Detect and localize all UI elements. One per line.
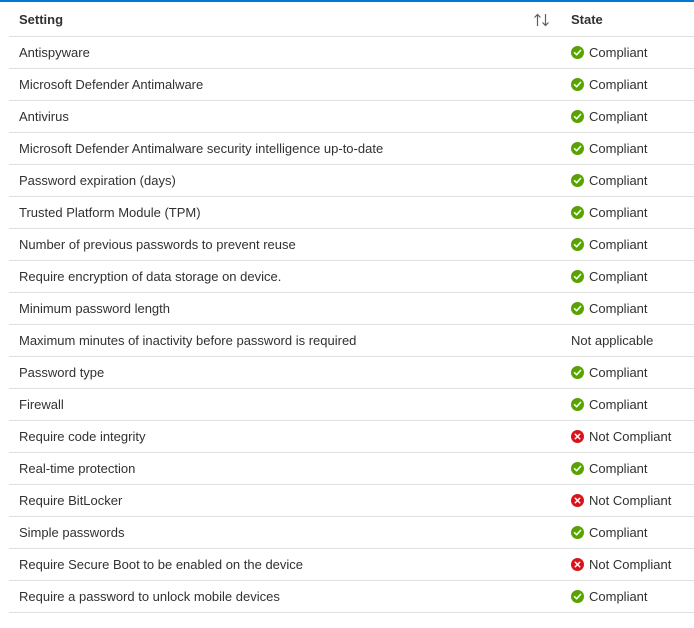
- table-row[interactable]: Require Secure Boot to be enabled on the…: [9, 549, 694, 581]
- setting-cell: Maximum minutes of inactivity before pas…: [19, 333, 357, 348]
- check-circle-icon: [571, 174, 584, 187]
- status-label: Compliant: [589, 589, 648, 604]
- table-row[interactable]: Microsoft Defender Antimalware security …: [9, 133, 694, 165]
- state-cell: Not applicable: [561, 333, 694, 348]
- check-circle-icon: [571, 270, 584, 283]
- state-cell: Compliant: [561, 141, 694, 156]
- state-cell: Compliant: [561, 525, 694, 540]
- error-circle-icon: [571, 430, 584, 443]
- setting-cell: Real-time protection: [19, 461, 136, 476]
- sort-icon[interactable]: [533, 13, 551, 27]
- table-row[interactable]: Require a password to unlock mobile devi…: [9, 581, 694, 613]
- setting-cell: Microsoft Defender Antimalware security …: [19, 141, 384, 156]
- state-cell: Compliant: [561, 237, 694, 252]
- setting-cell: Require a password to unlock mobile devi…: [19, 589, 280, 604]
- table-row[interactable]: Microsoft Defender Antimalware Compliant: [9, 69, 694, 101]
- setting-cell: Number of previous passwords to prevent …: [19, 237, 296, 252]
- status-label: Compliant: [589, 173, 648, 188]
- state-cell: Not Compliant: [561, 557, 694, 572]
- table-row[interactable]: Require code integrity Not Compliant: [9, 421, 694, 453]
- check-circle-icon: [571, 398, 584, 411]
- status-label: Compliant: [589, 109, 648, 124]
- check-circle-icon: [571, 462, 584, 475]
- header-accent-line: [0, 0, 694, 2]
- compliance-settings-grid: Setting State Antispyware Compliant Micros…: [9, 3, 694, 613]
- table-row[interactable]: Require encryption of data storage on de…: [9, 261, 694, 293]
- table-row[interactable]: Antivirus Compliant: [9, 101, 694, 133]
- status-label: Compliant: [589, 365, 648, 380]
- grid-header: Setting State: [9, 3, 694, 37]
- column-header-setting-label: Setting: [19, 12, 64, 27]
- status-label: Compliant: [589, 525, 648, 540]
- setting-cell: Require encryption of data storage on de…: [19, 269, 282, 284]
- state-cell: Compliant: [561, 397, 694, 412]
- check-circle-icon: [571, 590, 584, 603]
- status-label: Compliant: [589, 237, 648, 252]
- setting-cell: Require Secure Boot to be enabled on the…: [19, 557, 304, 572]
- check-circle-icon: [571, 206, 584, 219]
- setting-cell: Firewall: [19, 397, 64, 412]
- status-label: Not applicable: [571, 333, 654, 348]
- table-row[interactable]: Firewall Compliant: [9, 389, 694, 421]
- error-circle-icon: [571, 494, 584, 507]
- status-label: Not Compliant: [589, 429, 672, 444]
- setting-cell: Simple passwords: [19, 525, 125, 540]
- table-row[interactable]: Require BitLocker Not Compliant: [9, 485, 694, 517]
- status-label: Compliant: [589, 77, 648, 92]
- check-circle-icon: [571, 526, 584, 539]
- column-header-state-label: State: [571, 12, 603, 27]
- table-row[interactable]: Trusted Platform Module (TPM) Compliant: [9, 197, 694, 229]
- setting-cell: Antispyware: [19, 45, 90, 60]
- state-cell: Compliant: [561, 109, 694, 124]
- setting-cell: Minimum password length: [19, 301, 171, 316]
- check-circle-icon: [571, 238, 584, 251]
- column-header-setting[interactable]: Setting: [9, 12, 561, 27]
- status-label: Compliant: [589, 461, 648, 476]
- state-cell: Compliant: [561, 589, 694, 604]
- state-cell: Compliant: [561, 205, 694, 220]
- setting-cell: Password expiration (days): [19, 173, 176, 188]
- setting-cell: Password type: [19, 365, 105, 380]
- state-cell: Compliant: [561, 269, 694, 284]
- setting-cell: Require BitLocker: [19, 493, 123, 508]
- table-row[interactable]: Simple passwords Compliant: [9, 517, 694, 549]
- table-row[interactable]: Maximum minutes of inactivity before pas…: [9, 325, 694, 357]
- state-cell: Not Compliant: [561, 493, 694, 508]
- status-label: Not Compliant: [589, 493, 672, 508]
- status-label: Compliant: [589, 301, 648, 316]
- status-label: Compliant: [589, 397, 648, 412]
- setting-cell: Antivirus: [19, 109, 69, 124]
- state-cell: Compliant: [561, 301, 694, 316]
- status-label: Compliant: [589, 269, 648, 284]
- check-circle-icon: [571, 78, 584, 91]
- status-label: Compliant: [589, 205, 648, 220]
- state-cell: Not Compliant: [561, 429, 694, 444]
- check-circle-icon: [571, 46, 584, 59]
- check-circle-icon: [571, 366, 584, 379]
- status-label: Not Compliant: [589, 557, 672, 572]
- column-header-state[interactable]: State: [561, 12, 694, 27]
- table-row[interactable]: Antispyware Compliant: [9, 37, 694, 69]
- grid-body: Antispyware Compliant Microsoft Defender A…: [9, 37, 694, 613]
- status-label: Compliant: [589, 45, 648, 60]
- check-circle-icon: [571, 142, 584, 155]
- state-cell: Compliant: [561, 45, 694, 60]
- table-row[interactable]: Password type Compliant: [9, 357, 694, 389]
- table-row[interactable]: Minimum password length Compliant: [9, 293, 694, 325]
- check-circle-icon: [571, 110, 584, 123]
- status-label: Compliant: [589, 141, 648, 156]
- check-circle-icon: [571, 302, 584, 315]
- state-cell: Compliant: [561, 77, 694, 92]
- setting-cell: Microsoft Defender Antimalware: [19, 77, 204, 92]
- table-row[interactable]: Real-time protection Compliant: [9, 453, 694, 485]
- setting-cell: Trusted Platform Module (TPM): [19, 205, 201, 220]
- state-cell: Compliant: [561, 173, 694, 188]
- table-row[interactable]: Number of previous passwords to prevent …: [9, 229, 694, 261]
- setting-cell: Require code integrity: [19, 429, 146, 444]
- error-circle-icon: [571, 558, 584, 571]
- table-row[interactable]: Password expiration (days) Compliant: [9, 165, 694, 197]
- state-cell: Compliant: [561, 365, 694, 380]
- state-cell: Compliant: [561, 461, 694, 476]
